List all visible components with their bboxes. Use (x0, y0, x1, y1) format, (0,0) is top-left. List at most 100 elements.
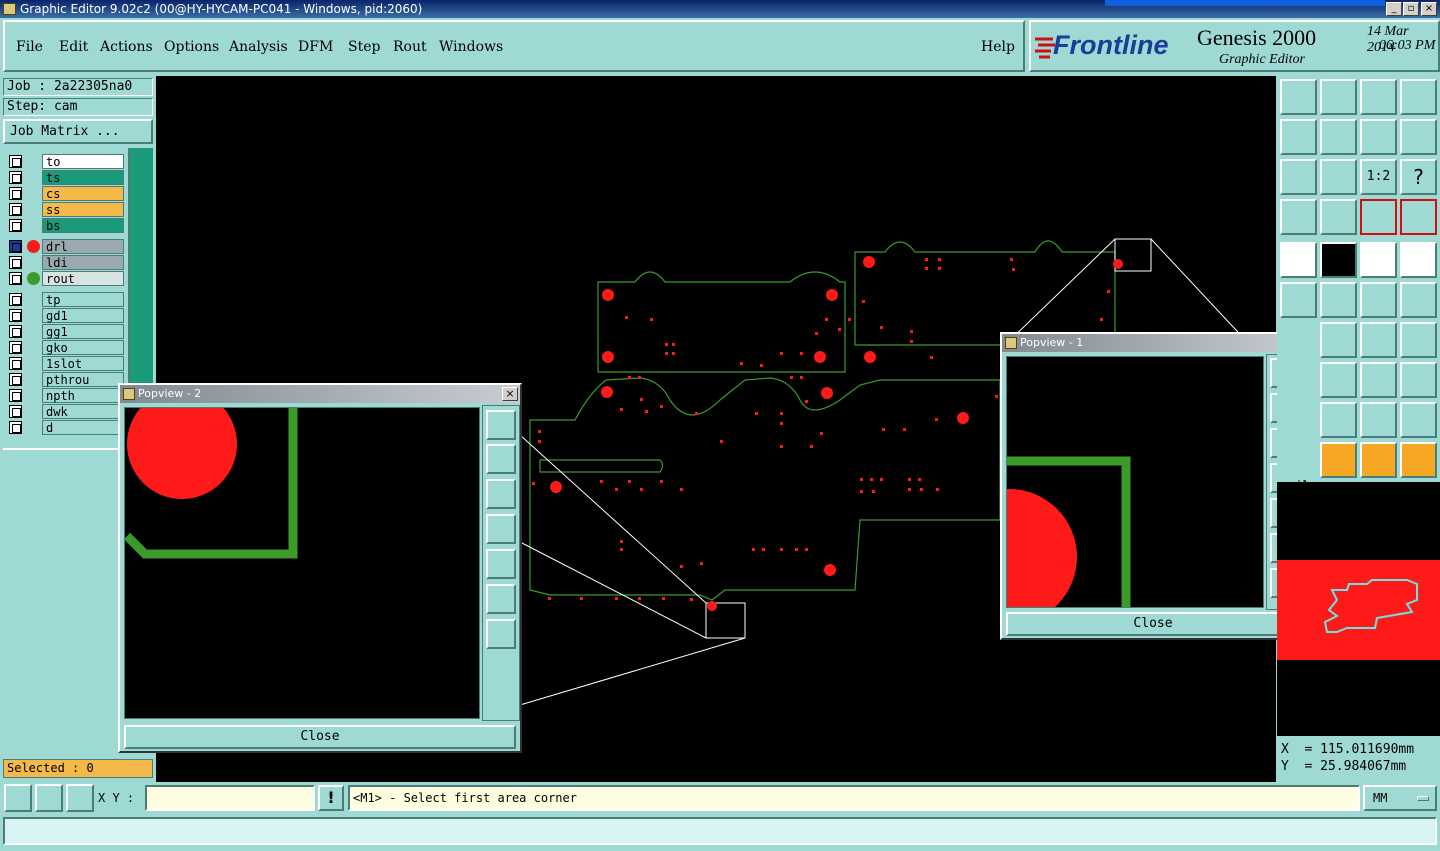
menu-dfm[interactable]: DFM (298, 39, 333, 55)
help-icon[interactable]: ? (1400, 159, 1437, 195)
grid-icon[interactable] (1320, 199, 1357, 235)
home-icon[interactable] (1360, 79, 1397, 115)
layer-checkbox[interactable] (9, 309, 22, 322)
angle-mode-icon[interactable] (35, 784, 63, 812)
popview-1-drawing (1007, 456, 1131, 607)
pan-right-icon[interactable] (486, 549, 516, 579)
cross-icon[interactable] (1320, 282, 1357, 318)
pan-left-icon[interactable] (486, 514, 516, 544)
mini-map[interactable] (1277, 482, 1440, 736)
zoom-profile-icon[interactable] (1320, 79, 1357, 115)
net-icon[interactable] (1280, 282, 1317, 318)
popview-1-close-button[interactable]: Close (1006, 612, 1300, 636)
text-tool-icon[interactable] (1400, 322, 1437, 358)
layer-checkbox[interactable] (9, 405, 22, 418)
snap-alt-icon[interactable] (1400, 199, 1437, 235)
popview-2-close-button[interactable]: Close (124, 725, 516, 749)
polygon-alt-icon[interactable] (1400, 402, 1437, 438)
select-pointer-alt-icon[interactable] (1360, 442, 1397, 478)
layer-checkbox[interactable] (9, 293, 22, 306)
close-window-button[interactable]: × (1421, 2, 1437, 16)
polygon-icon[interactable] (1320, 402, 1357, 438)
product-subtitle: Graphic Editor (1219, 52, 1305, 67)
alert-icon[interactable]: ! (318, 785, 344, 811)
app-icon (3, 3, 16, 15)
zoom-in-tool-icon[interactable] (1280, 159, 1317, 195)
pan-down-icon[interactable] (486, 479, 516, 509)
snap-icon[interactable] (1360, 199, 1397, 235)
menu-bar: File Edit Actions Options Analysis DFM S… (3, 20, 1025, 72)
layer-checkbox[interactable] (9, 171, 22, 184)
menu-rout[interactable]: Rout (393, 39, 427, 55)
redraw-icon[interactable] (1400, 119, 1437, 155)
layer-checkbox[interactable] (9, 203, 22, 216)
layer-checkbox[interactable] (9, 341, 22, 354)
menu-options[interactable]: Options (164, 39, 219, 55)
connect-alt-icon[interactable] (1400, 282, 1437, 318)
popview-1-canvas[interactable] (1006, 356, 1264, 608)
layer-checkbox[interactable] (9, 219, 22, 232)
popview-2-close-x-button[interactable]: × (502, 387, 518, 401)
ruler-icon[interactable] (1360, 242, 1397, 278)
job-matrix-button[interactable]: Job Matrix ... (3, 119, 153, 144)
select-area-icon[interactable] (1400, 242, 1437, 278)
layer-checkbox[interactable] (9, 325, 22, 338)
pan-up-icon[interactable] (486, 444, 516, 474)
minimize-button[interactable]: _ (1386, 2, 1402, 16)
menu-help[interactable]: Help (981, 39, 1015, 55)
layer-checkbox[interactable] (9, 421, 22, 434)
layer-checkbox[interactable] (9, 256, 22, 269)
layer-checkbox[interactable] (9, 389, 22, 402)
line-break-icon[interactable] (1320, 362, 1357, 398)
measure-icon[interactable] (1320, 242, 1357, 278)
layer-name: bs (42, 218, 124, 233)
add-pad-icon[interactable] (1280, 242, 1317, 278)
select-pointer-icon[interactable] (1320, 442, 1357, 478)
layer-checkbox[interactable] (9, 240, 22, 253)
settings-tool-icon[interactable] (1280, 199, 1317, 235)
menu-edit[interactable]: Edit (59, 39, 88, 55)
zoom-fit-icon[interactable] (1280, 79, 1317, 115)
zoom-out-tool-icon[interactable] (1320, 159, 1357, 195)
status-message-box: <M1> - Select first area corner (348, 785, 1360, 811)
popview-2-toolbar (482, 405, 520, 721)
move-icon[interactable] (1360, 362, 1397, 398)
popview-2-window: Popview - 2 × Close (118, 383, 522, 753)
command-input-bar[interactable] (3, 817, 1437, 845)
connect-icon[interactable] (1360, 282, 1397, 318)
job-matrix-label: Job Matrix ... (10, 124, 120, 139)
feature-icon[interactable] (1400, 362, 1437, 398)
arc-icon[interactable] (1360, 322, 1397, 358)
layer-checkbox[interactable] (9, 155, 22, 168)
coord-y: Y = 25.984067mm (1281, 759, 1407, 774)
window-layout-icon[interactable] (1400, 79, 1437, 115)
menu-file[interactable]: File (16, 39, 43, 55)
menu-actions[interactable]: Actions (100, 39, 153, 55)
line-icon[interactable] (1320, 322, 1357, 358)
step-name: Step: cam (3, 98, 153, 116)
zoom-in-icon[interactable] (486, 584, 516, 614)
pan-left-tool-icon[interactable] (1280, 119, 1317, 155)
zoom-home-icon[interactable] (486, 410, 516, 440)
xy-input[interactable] (145, 785, 315, 811)
units-dropdown[interactable]: MM (1363, 785, 1437, 811)
popview-2-canvas[interactable] (124, 407, 480, 719)
layer-name: drl (42, 239, 124, 254)
snap-mode-icon[interactable] (4, 784, 32, 812)
layer-checkbox[interactable] (9, 272, 22, 285)
maximize-button[interactable]: ▫ (1403, 2, 1419, 16)
pan-right-tool-icon[interactable] (1320, 119, 1357, 155)
grid-mode-icon[interactable] (66, 784, 94, 812)
layer-name: ldi (42, 255, 124, 270)
menu-windows[interactable]: Windows (439, 39, 503, 55)
route-icon[interactable] (1400, 442, 1437, 478)
scale-1-2-icon[interactable]: 1:2 (1360, 159, 1397, 195)
layer-checkbox[interactable] (9, 373, 22, 386)
layer-checkbox[interactable] (9, 357, 22, 370)
zoom-out-icon[interactable] (486, 619, 516, 649)
menu-analysis[interactable]: Analysis (229, 39, 288, 55)
menu-step[interactable]: Step (348, 39, 380, 55)
undo-view-icon[interactable] (1360, 119, 1397, 155)
layer-checkbox[interactable] (9, 187, 22, 200)
polygon-red-icon[interactable] (1360, 402, 1397, 438)
